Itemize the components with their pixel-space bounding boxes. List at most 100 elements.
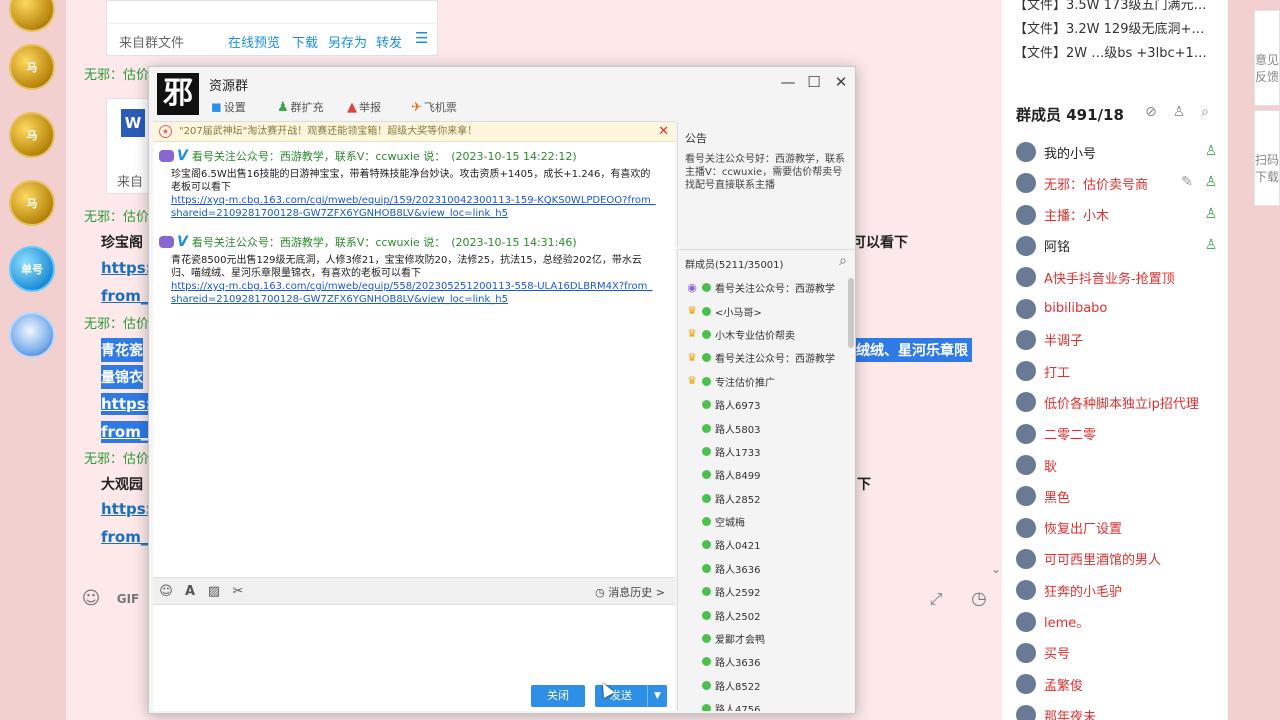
chat-link[interactable]: from_ xyxy=(101,421,149,443)
report-button[interactable]: ▲ 举报 xyxy=(347,99,381,115)
chat-link[interactable]: from_ xyxy=(101,528,148,546)
menu-icon[interactable]: ☰ xyxy=(415,29,428,47)
user-icon[interactable]: ♙ xyxy=(1170,104,1188,122)
close-button[interactable]: 关闭 xyxy=(531,685,585,707)
member-row[interactable]: 孟繁俊 xyxy=(1016,672,1226,696)
scrollbar[interactable] xyxy=(848,278,854,348)
window-header: 邪 资源群 ◼ 设置 ♟ 群扩充 ▲ 举报 ✈ 飞机票 — ☐ ✕ xyxy=(149,67,855,121)
emoji-icon[interactable]: ☺ xyxy=(157,583,175,601)
scissors-icon[interactable]: ✂ xyxy=(229,583,247,601)
member-row[interactable]: 恢复出厂设置 xyxy=(1016,516,1226,540)
group-title: 资源群 xyxy=(209,79,249,94)
preview-link[interactable]: 在线预览 xyxy=(228,32,280,51)
search-icon[interactable]: ⌕ xyxy=(1196,104,1214,122)
member-row[interactable]: leme。 xyxy=(1016,610,1226,634)
group-member-row[interactable]: ♛ 专注估价推广 xyxy=(678,370,848,393)
word-file-card[interactable]: W 来自 xyxy=(106,98,152,194)
group-member-row[interactable]: 路人8499 xyxy=(678,463,848,486)
group-member-row[interactable]: 爱鄙才会鸭 xyxy=(678,627,848,650)
maximize-icon[interactable]: ☐ xyxy=(803,71,825,93)
member-row[interactable]: 低价各种脚本独立ip招代理 xyxy=(1016,390,1226,414)
group-member-row[interactable]: ◉ 看号关注公众号：西游教学 xyxy=(678,276,848,299)
fan-avatar[interactable]: 马 xyxy=(9,112,55,158)
member-row[interactable]: 打工 xyxy=(1016,359,1226,383)
fan-avatar[interactable]: 马 xyxy=(9,180,55,226)
font-icon[interactable]: A xyxy=(181,583,199,601)
member-row[interactable]: 无邪：估价卖号商 ✎ ♙ xyxy=(1016,171,1226,195)
group-member-row[interactable]: 路人6973 xyxy=(678,393,848,416)
group-member-row[interactable]: 路人8522 xyxy=(678,674,848,697)
group-member-row[interactable]: 路人4756 xyxy=(678,697,848,711)
member-row[interactable]: 买号 xyxy=(1016,641,1226,665)
message-sender[interactable]: 看号关注公众号：西游教学，联系V：ccwuxie 说： xyxy=(192,148,445,164)
image-icon[interactable]: ▨ xyxy=(205,583,223,601)
member-row[interactable]: 耿 xyxy=(1016,453,1226,477)
member-row[interactable]: 半调子 xyxy=(1016,328,1226,352)
avatar xyxy=(1016,580,1036,601)
group-member-row[interactable]: 路人5803 xyxy=(678,416,848,439)
minimize-icon[interactable]: — xyxy=(777,71,799,93)
chat-link[interactable]: from_ xyxy=(101,287,148,305)
group-member-row[interactable]: 路人3636 xyxy=(678,557,848,580)
file-line[interactable]: 【文件】3.5W 173级五门满元… xyxy=(1014,0,1206,13)
notice-text[interactable]: "207届武神坛"淘汰赛开战！观赛还能领宝箱！超级大奖等你来拿！ xyxy=(179,126,477,137)
group-member-name: 路人2502 xyxy=(715,611,761,623)
member-row[interactable]: A快手抖音业务-抢置顶 xyxy=(1016,265,1226,289)
member-row[interactable]: 我的小号 ♙ xyxy=(1016,140,1226,164)
announcement-body: 看号关注公众号好：西游教学，联系主播V：ccwuxie，需要估价帮卖号找配号直接… xyxy=(685,154,845,191)
group-member-row[interactable]: 路人0421 xyxy=(678,533,848,556)
member-row[interactable]: 那年夜未 xyxy=(1016,703,1226,720)
forward-link[interactable]: 转发 xyxy=(376,32,402,51)
member-name: 买号 xyxy=(1044,647,1071,663)
group-member-row[interactable]: 路人2852 xyxy=(678,487,848,510)
notice-close-icon[interactable]: ✕ xyxy=(658,122,669,141)
chat-sender: 无邪：估价 xyxy=(84,68,150,83)
group-member-row[interactable]: 空城梅 xyxy=(678,510,848,533)
search-icon[interactable]: ⌕ xyxy=(839,253,847,269)
member-row[interactable]: 二零二零 xyxy=(1016,422,1226,446)
member-row[interactable]: 主播：小木 ♙ xyxy=(1016,203,1226,227)
member-row[interactable]: 狂奔的小毛驴 xyxy=(1016,578,1226,602)
settings-button[interactable]: ◼ 设置 xyxy=(211,99,246,115)
member-row[interactable]: bibilibabo xyxy=(1016,297,1226,321)
gif-icon[interactable]: GIF xyxy=(115,588,141,610)
member-row[interactable]: 可可西里酒馆的男人 xyxy=(1016,547,1226,571)
group-member-row[interactable]: ♛ 小木专业估价帮卖 xyxy=(678,323,848,346)
send-options-icon[interactable]: ▼ xyxy=(647,685,667,707)
fan-avatar[interactable] xyxy=(9,0,55,32)
expand-icon[interactable]: ⤢ xyxy=(925,588,947,610)
group-member-row[interactable]: 路人3636 xyxy=(678,650,848,673)
online-status-icon xyxy=(702,634,711,644)
chat-sender: 无邪：估价 xyxy=(84,210,150,225)
group-member-row[interactable]: ♛ 看号关注公众号：西游教学 xyxy=(678,346,848,369)
fan-avatar[interactable]: 马 xyxy=(9,44,55,90)
group-member-row[interactable]: 路人2502 xyxy=(678,603,848,626)
download-tab[interactable]: 扫码下载 xyxy=(1254,110,1280,206)
group-member-row[interactable]: ♛ <小马哥> xyxy=(678,299,848,322)
edit-icon[interactable]: ✎ xyxy=(1178,174,1196,192)
feedback-tab[interactable]: 意见反馈 xyxy=(1254,10,1280,106)
online-status-icon xyxy=(702,423,711,433)
group-member-row[interactable]: 路人2592 xyxy=(678,580,848,603)
group-avatar[interactable]: 邪 xyxy=(157,73,199,115)
group-expand-button[interactable]: ♟ 群扩充 xyxy=(277,99,324,115)
file-line[interactable]: 【文件】3.2W 129级无底洞+… xyxy=(1014,18,1204,37)
emoji-icon[interactable]: ☺ xyxy=(80,588,102,610)
avatar xyxy=(1016,642,1036,663)
mute-icon[interactable]: ⊘ xyxy=(1142,104,1160,122)
fan-avatar[interactable]: 单号 xyxy=(9,246,55,292)
history-label: 消息历史 > xyxy=(608,586,665,599)
clock-icon[interactable]: ◷ xyxy=(968,588,990,610)
message-link[interactable]: https://xyq-m.cbg.163.com/cgi/mweb/equip… xyxy=(171,194,657,220)
message-history-button[interactable]: ◷ 消息历史 > xyxy=(595,584,665,600)
member-row[interactable]: 黑色 xyxy=(1016,484,1226,508)
member-row[interactable]: 阿铭 ♙ xyxy=(1016,234,1226,258)
save-as-link[interactable]: 另存为 xyxy=(328,32,367,51)
fan-avatar[interactable] xyxy=(9,312,55,358)
plane-ticket-button[interactable]: ✈ 飞机票 xyxy=(411,99,457,115)
close-icon[interactable]: ✕ xyxy=(830,71,852,93)
message-link[interactable]: https://xyq-m.cbg.163.com/cgi/mweb/equip… xyxy=(171,280,657,306)
message-sender[interactable]: 看号关注公众号：西游教学，联系V：ccwuxie 说： xyxy=(192,234,445,250)
group-member-row[interactable]: 路人1733 xyxy=(678,440,848,463)
download-link[interactable]: 下载 xyxy=(292,32,318,51)
